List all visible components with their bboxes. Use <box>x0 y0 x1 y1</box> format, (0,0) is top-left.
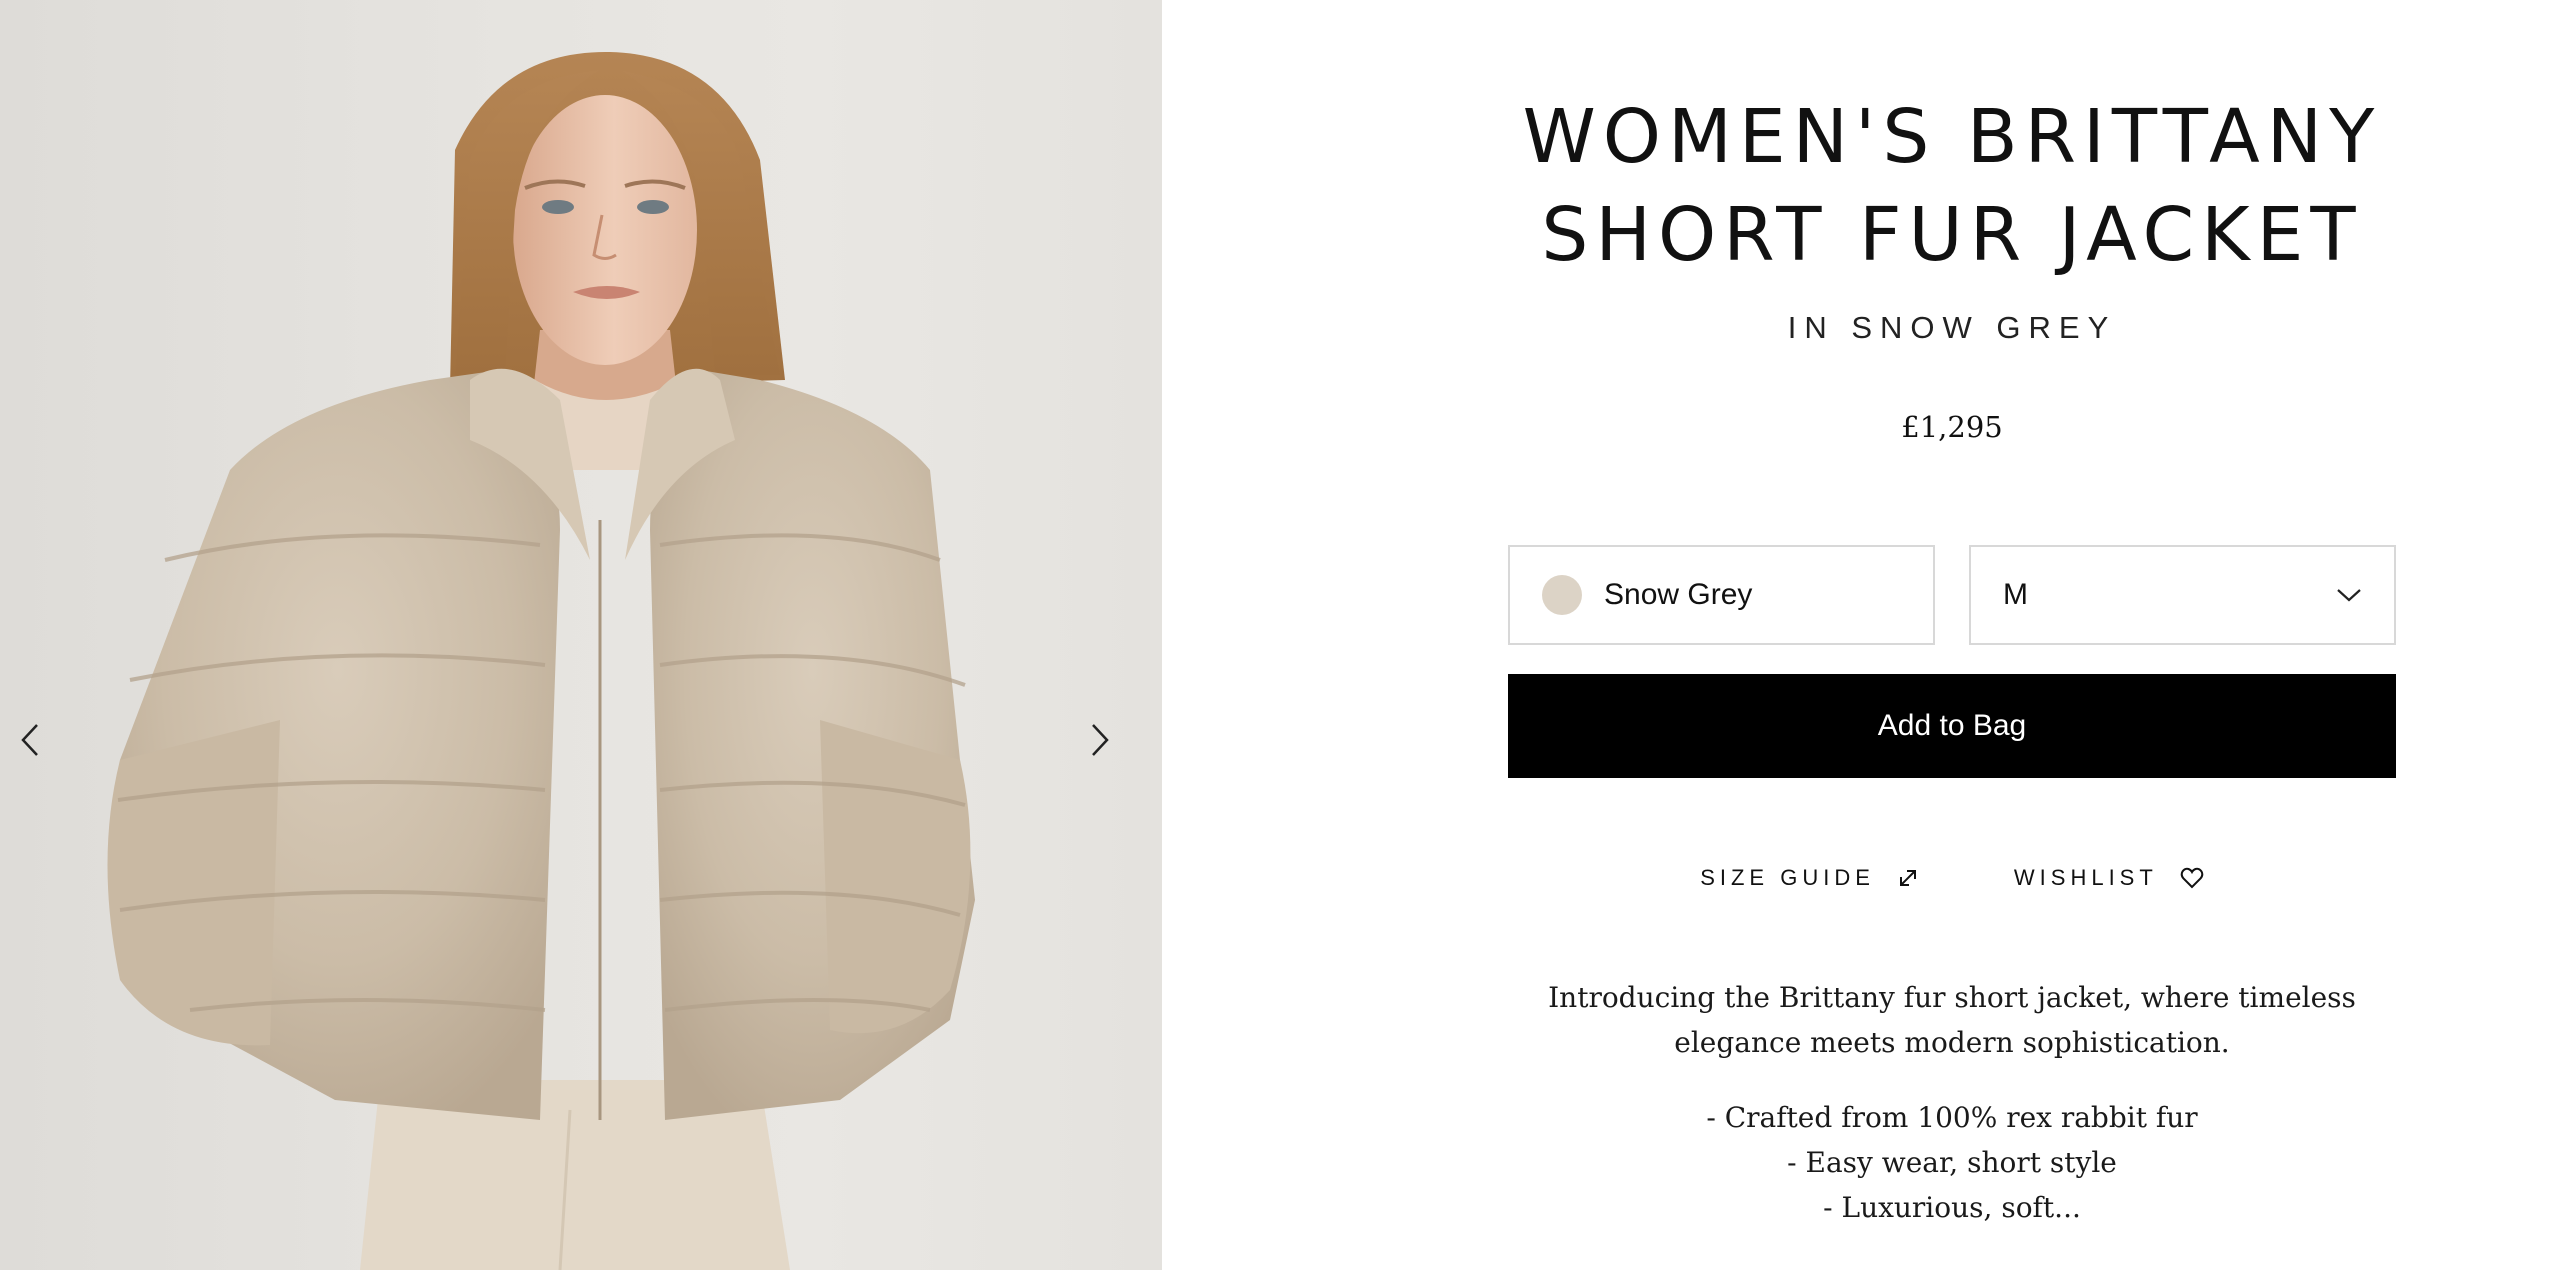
color-swatch <box>1542 575 1582 615</box>
color-selector[interactable]: Snow Grey <box>1508 545 1935 645</box>
size-guide-label: SIZE GUIDE <box>1700 865 1875 890</box>
wishlist-label: WISHLIST <box>2013 865 2158 890</box>
product-page: WOMEN'S BRITTANY SHORT FUR JACKET IN SNO… <box>0 0 2574 1270</box>
chevron-right-icon <box>1092 724 1109 756</box>
product-title-line1: WOMEN'S BRITTANY <box>1522 94 2382 180</box>
description-bullet: - Crafted from 100% rex rabbit fur <box>1706 1101 2198 1134</box>
product-photo <box>107 51 975 1270</box>
product-options: Snow Grey M <box>1508 545 2396 645</box>
wishlist-link[interactable]: WISHLIST <box>2014 865 2204 891</box>
size-selector-value: M <box>2003 578 2028 611</box>
product-image-gallery <box>0 0 1162 1270</box>
description-bullet: - Luxurious, soft... <box>1823 1191 2081 1224</box>
product-title: WOMEN'S BRITTANY SHORT FUR JACKET <box>1508 88 2396 284</box>
add-to-bag-button[interactable]: Add to Bag <box>1508 674 2396 778</box>
previous-image-button[interactable] <box>10 720 50 760</box>
product-description: Introducing the Brittany fur short jacke… <box>1508 975 2396 1230</box>
resize-arrow-icon <box>1899 870 1916 886</box>
product-links: SIZE GUIDE WISHLIST <box>1508 865 2396 891</box>
description-intro: Introducing the Brittany fur short jacke… <box>1548 981 2356 1059</box>
color-selector-label: Snow Grey <box>1604 578 1753 611</box>
description-bullet: - Easy wear, short style <box>1787 1146 2117 1179</box>
next-image-button[interactable] <box>1080 720 1120 760</box>
heart-icon <box>2180 867 2204 889</box>
description-bullets: - Crafted from 100% rex rabbit fur - Eas… <box>1508 1095 2396 1230</box>
product-price: £1,295 <box>1901 410 2003 444</box>
size-guide-link[interactable]: SIZE GUIDE <box>1700 865 1919 891</box>
product-details-panel: WOMEN'S BRITTANY SHORT FUR JACKET IN SNO… <box>1162 0 2574 1270</box>
size-selector[interactable]: M <box>1969 545 2396 645</box>
chevron-down-icon <box>2337 589 2361 602</box>
product-color-subtitle: IN SNOW GREY <box>1787 310 2117 345</box>
product-title-line2: SHORT FUR JACKET <box>1541 192 2363 278</box>
chevron-left-icon <box>21 724 38 756</box>
